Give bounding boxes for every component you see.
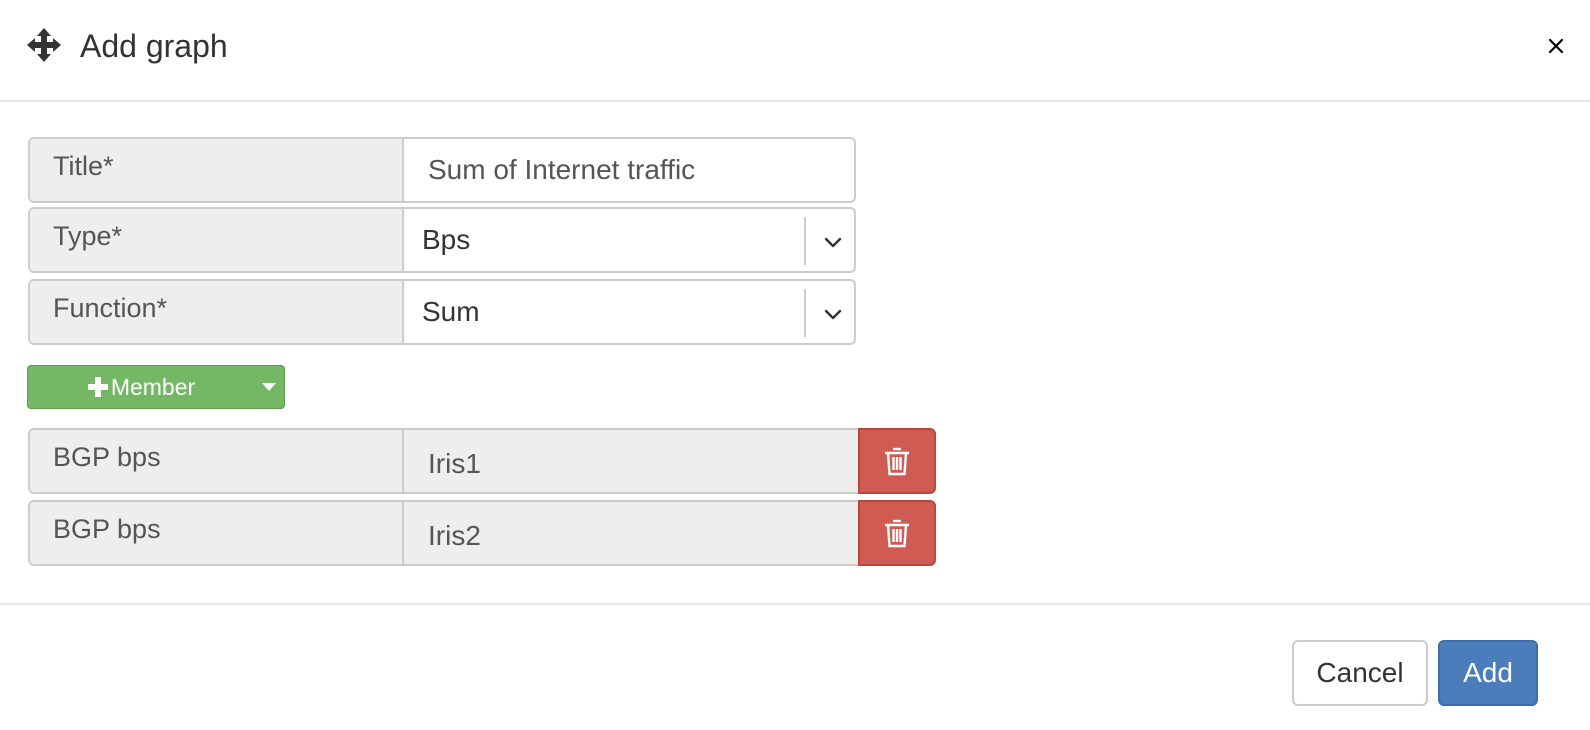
title-input[interactable] (404, 139, 854, 201)
plus-icon (87, 377, 108, 397)
footer-divider (0, 603, 1590, 605)
title-field-label: Title* (30, 139, 404, 201)
add-member-button-group: Member (27, 365, 285, 409)
add-button[interactable]: Add (1438, 640, 1538, 706)
caret-down-icon (262, 383, 276, 391)
function-select[interactable]: Sum (404, 281, 854, 343)
dialog-title: Add graph (80, 28, 228, 64)
cancel-button[interactable]: Cancel (1292, 640, 1428, 706)
dialog-header: Add graph (0, 0, 1590, 102)
function-field-row: Function* Sum (28, 279, 856, 345)
move-icon[interactable] (26, 27, 62, 63)
type-select-value: Bps (422, 224, 471, 255)
type-select[interactable]: Bps (404, 209, 854, 271)
member-row-box: BGP bps Iris1 (28, 428, 858, 494)
member-row: BGP bps Iris1 (28, 428, 936, 494)
delete-member-button[interactable] (858, 428, 936, 494)
member-value: Iris2 (404, 502, 858, 564)
chevron-down-icon (824, 309, 842, 320)
delete-member-button[interactable] (858, 500, 936, 566)
member-dropdown-toggle[interactable] (254, 366, 284, 408)
member-label: BGP bps (30, 502, 404, 564)
member-row-box: BGP bps Iris2 (28, 500, 858, 566)
member-row: BGP bps Iris2 (28, 500, 936, 566)
add-member-button[interactable]: Member (28, 366, 254, 408)
member-label: BGP bps (30, 430, 404, 492)
chevron-down-icon (824, 237, 842, 248)
trash-icon (885, 519, 909, 548)
select-divider (804, 289, 806, 337)
add-member-label: Member (110, 373, 196, 400)
type-field-row: Type* Bps (28, 207, 856, 273)
type-field-label: Type* (30, 209, 404, 271)
function-field-label: Function* (30, 281, 404, 343)
close-button[interactable] (1538, 28, 1574, 64)
member-value: Iris1 (404, 430, 858, 492)
function-select-value: Sum (422, 296, 480, 327)
trash-icon (885, 447, 909, 476)
title-field-row: Title* (28, 137, 856, 203)
close-icon (1548, 38, 1564, 54)
select-divider (804, 217, 806, 265)
